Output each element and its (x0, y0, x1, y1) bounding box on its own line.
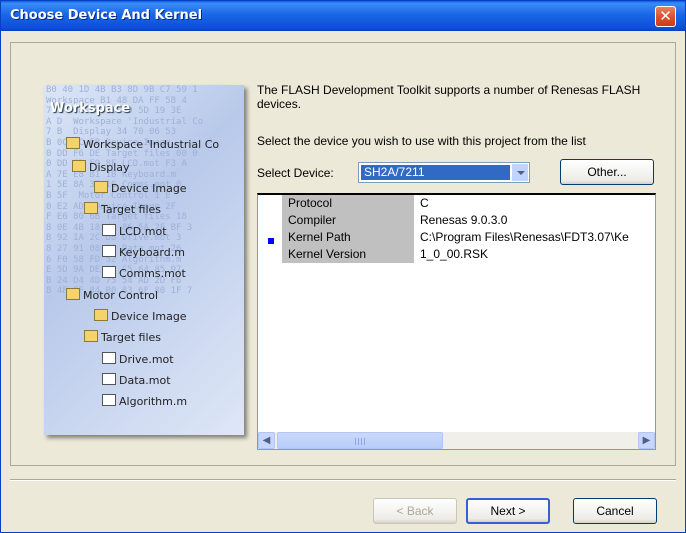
workspace-icon (66, 137, 80, 149)
tree-display-node: Display (72, 160, 130, 174)
tree-device-image-node: Device Image (94, 309, 187, 323)
folder-icon (84, 330, 98, 342)
back-button[interactable]: < Back (373, 498, 457, 524)
tree-label: Target files (101, 331, 162, 344)
wizard-illustration: B0 40 1D 4B B3 8D 9B C7 59 1 Workspace B… (44, 85, 244, 435)
scroll-right-icon[interactable]: ▶ (638, 432, 655, 449)
device-info-list[interactable]: Protocol C Compiler Renesas 9.0.3.0 Kernel… (257, 193, 656, 450)
folder-icon (94, 181, 108, 193)
tree-file-node: Data.mot (102, 373, 171, 387)
tree-label: Algorithm.m (119, 395, 188, 408)
instruction-text: Select the device you wish to use with t… (257, 134, 586, 148)
table-row: Compiler Renesas 9.0.3.0 (282, 212, 631, 229)
file-icon (102, 266, 116, 278)
file-icon (102, 373, 116, 385)
tree-label: Target files (101, 203, 162, 216)
workspace-caption: Workspace (50, 101, 131, 116)
window-title: Choose Device And Kernel (10, 8, 203, 23)
select-device-label: Select Device: (257, 166, 334, 180)
tree-label: Display (89, 161, 130, 174)
file-icon (102, 224, 116, 236)
footer-divider (10, 479, 676, 481)
tree-target-files-node: Target files (84, 202, 161, 216)
other-button[interactable]: Other... (560, 159, 654, 185)
tree-file-node: Drive.mot (102, 352, 174, 366)
folder-icon (66, 288, 80, 300)
info-key: Kernel Version (282, 246, 414, 263)
chevron-down-icon[interactable] (512, 164, 528, 181)
close-button[interactable]: ✕ (655, 6, 676, 27)
scrollbar-thumb[interactable] (277, 432, 443, 449)
tree-label: Device Image (111, 182, 187, 195)
tree-label: Keyboard.m (119, 246, 185, 259)
tree-file-node: Keyboard.m (102, 245, 185, 259)
scroll-left-icon[interactable]: ◀ (258, 432, 275, 449)
info-key: Kernel Path (282, 229, 414, 246)
title-bar[interactable]: Choose Device And Kernel ✕ (1, 1, 685, 31)
folder-icon (84, 202, 98, 214)
select-device-value: SH2A/7211 (361, 165, 510, 180)
tree-label: Device Image (111, 310, 187, 323)
info-value: C (414, 195, 631, 212)
table-row: Protocol C (282, 195, 631, 212)
info-key: Protocol (282, 195, 414, 212)
tree-target-files-node: Target files (84, 330, 161, 344)
info-value: Renesas 9.0.3.0 (414, 212, 631, 229)
tree-workspace-node: Workspace 'Industrial Co (66, 137, 219, 151)
tree-file-node: Algorithm.m (102, 394, 187, 408)
tree-label: LCD.mot (119, 225, 167, 238)
tree-label: Motor Control (83, 289, 159, 302)
description-text: The FLASH Development Toolkit supports a… (257, 83, 641, 111)
file-icon (102, 245, 116, 257)
cancel-button[interactable]: Cancel (573, 498, 657, 524)
info-key: Compiler (282, 212, 414, 229)
next-button[interactable]: Next > (466, 498, 550, 524)
table-row: Kernel Path C:\Program Files\Renesas\FDT3… (282, 229, 631, 246)
horizontal-scrollbar[interactable]: ◀ ▶ (258, 432, 655, 449)
tree-label: Data.mot (119, 374, 171, 387)
device-info-table: Protocol C Compiler Renesas 9.0.3.0 Kernel… (282, 195, 631, 263)
select-device-dropdown[interactable]: SH2A/7211 (358, 162, 530, 183)
tree-device-image-node: Device Image (94, 181, 187, 195)
grip-icon (355, 438, 365, 445)
tree-label: Workspace 'Industrial Co (83, 138, 220, 151)
tree-file-node: Comms.mot (102, 266, 186, 280)
tree-label: Comms.mot (119, 267, 186, 280)
device-marker-icon (268, 238, 274, 244)
file-icon (102, 394, 116, 406)
tree-label: Drive.mot (119, 353, 174, 366)
info-value: 1_0_00.RSK (414, 246, 631, 263)
tree-motor-control-node: Motor Control (66, 288, 158, 302)
folder-icon (94, 309, 108, 321)
file-icon (102, 352, 116, 364)
info-value: C:\Program Files\Renesas\FDT3.07\Ke (414, 229, 631, 246)
folder-icon (72, 160, 86, 172)
tree-file-node: LCD.mot (102, 224, 167, 238)
choose-device-dialog: Choose Device And Kernel ✕ B0 40 1D 4B B… (0, 0, 686, 533)
table-row: Kernel Version 1_0_00.RSK (282, 246, 631, 263)
